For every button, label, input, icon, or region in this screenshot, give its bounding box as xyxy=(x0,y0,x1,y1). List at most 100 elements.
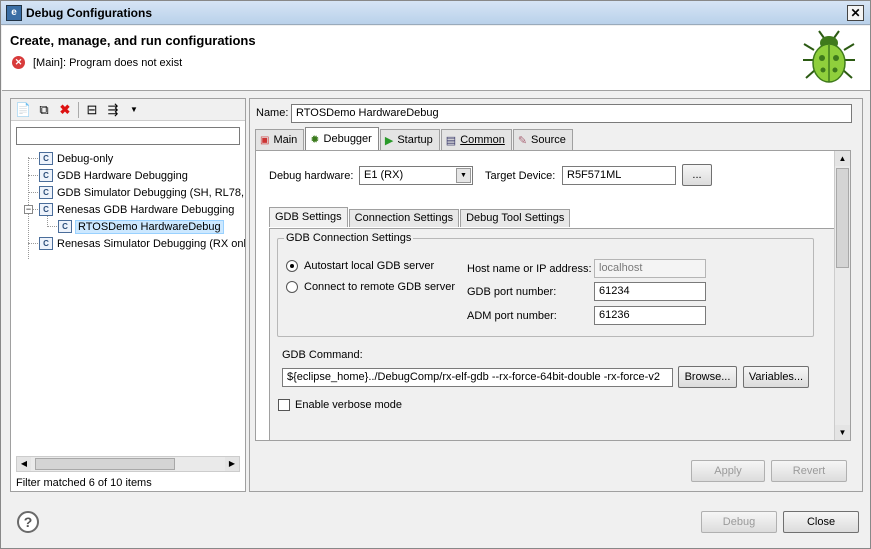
config-tabs: ▣ Main ✹ Debugger ▶ Startup ▤ Common ✎ S… xyxy=(255,127,574,151)
debug-button[interactable]: Debug xyxy=(701,511,777,533)
debugger-tab-icon: ✹ xyxy=(310,133,320,146)
config-icon: C xyxy=(58,220,72,233)
tree-item-renesas-simulator[interactable]: C Renesas Simulator Debugging (RX only xyxy=(39,235,245,252)
eclipse-icon: e xyxy=(6,4,22,21)
debug-hardware-label: Debug hardware: xyxy=(269,170,354,182)
tree-line xyxy=(28,192,38,193)
autostart-radio[interactable]: Autostart local GDB server xyxy=(286,260,434,272)
subtab-connection-settings[interactable]: Connection Settings xyxy=(348,209,460,227)
browse-button[interactable]: Browse... xyxy=(678,366,737,388)
revert-button[interactable]: Revert xyxy=(771,460,847,482)
apply-button[interactable]: Apply xyxy=(691,460,765,482)
tree-item-rtosdemo-hardwaredebug[interactable]: C RTOSDemo HardwareDebug xyxy=(58,218,224,235)
error-message: [Main]: Program does not exist xyxy=(33,56,183,69)
debug-configurations-window: e Debug Configurations ✕ Create, manage,… xyxy=(0,0,871,549)
adm-port-label: ADM port number: xyxy=(467,310,557,322)
source-tab-icon: ✎ xyxy=(517,134,528,147)
tree-item-gdb-hardware[interactable]: C GDB Hardware Debugging xyxy=(39,167,188,184)
config-type-icon: C xyxy=(39,237,53,250)
tab-label: Startup xyxy=(397,134,433,146)
gdb-command-input[interactable]: ${eclipse_home}../DebugComp/rx-elf-gdb -… xyxy=(282,368,673,387)
left-toolbar: 📄 ⧉ ✖ ⊟ ⇶ ▼ xyxy=(11,99,245,121)
collapse-toggle-icon[interactable]: − xyxy=(24,205,33,214)
radio-label: Autostart local GDB server xyxy=(304,260,435,272)
adm-port-input[interactable]: 61236 xyxy=(594,306,706,325)
connect-remote-radio[interactable]: Connect to remote GDB server xyxy=(286,281,455,293)
checkbox-box xyxy=(278,399,290,411)
tree-item-label: GDB Simulator Debugging (SH, RL78, R xyxy=(57,186,245,199)
variables-button[interactable]: Variables... xyxy=(743,366,809,388)
tree-item-debug-only[interactable]: C Debug-only xyxy=(39,150,113,167)
subtab-gdb-settings[interactable]: GDB Settings xyxy=(269,207,348,227)
gdb-settings-panel: GDB Connection Settings Autostart local … xyxy=(269,228,837,440)
configuration-list-pane: 📄 ⧉ ✖ ⊟ ⇶ ▼ − C Debug-only C GDB Hardwar… xyxy=(10,98,246,492)
error-icon: ✕ xyxy=(12,56,25,69)
radio-selected-icon xyxy=(286,260,298,272)
window-title: Debug Configurations xyxy=(26,5,152,20)
tab-startup[interactable]: ▶ Startup xyxy=(379,129,440,150)
name-label: Name: xyxy=(256,107,289,119)
chevron-down-icon[interactable]: ▼ xyxy=(126,102,142,118)
host-input[interactable]: localhost xyxy=(594,259,706,278)
checkbox-label: Enable verbose mode xyxy=(295,399,403,411)
common-tab-icon: ▤ xyxy=(445,134,457,147)
tab-label: Main xyxy=(273,134,298,146)
debug-hardware-select[interactable]: E1 (RX) ▼ xyxy=(359,166,473,185)
tree-line xyxy=(47,226,57,227)
tab-source[interactable]: ✎ Source xyxy=(512,129,573,150)
gdb-subtabs: GDB Settings Connection Settings Debug T… xyxy=(269,207,571,229)
configuration-editor-pane: Name: RTOSDemo HardwareDebug ▣ Main ✹ De… xyxy=(249,98,863,492)
scroll-right-icon[interactable]: ▶ xyxy=(225,457,239,471)
filter-status: Filter matched 6 of 10 items xyxy=(16,477,152,489)
tab-common[interactable]: ▤ Common xyxy=(440,129,512,150)
tree-item-label: GDB Hardware Debugging xyxy=(57,169,188,182)
group-title: GDB Connection Settings xyxy=(284,232,414,244)
configuration-tree: − C Debug-only C GDB Hardware Debugging … xyxy=(11,149,245,454)
tree-item-gdb-simulator[interactable]: C GDB Simulator Debugging (SH, RL78, R xyxy=(39,184,245,201)
tab-debugger[interactable]: ✹ Debugger xyxy=(305,127,379,150)
filter-input[interactable] xyxy=(16,127,240,145)
close-window-button[interactable]: ✕ xyxy=(847,5,864,21)
duplicate-configuration-icon[interactable]: ⧉ xyxy=(36,102,52,118)
horizontal-scrollbar[interactable]: ◀ ▶ xyxy=(16,456,240,472)
radio-unselected-icon xyxy=(286,281,298,293)
header-banner: Create, manage, and run configurations ✕… xyxy=(2,26,870,91)
radio-label: Connect to remote GDB server xyxy=(304,281,456,293)
close-button[interactable]: Close xyxy=(783,511,859,533)
tree-item-renesas-gdb-hardware[interactable]: C Renesas GDB Hardware Debugging xyxy=(39,201,234,218)
main-tab-icon: ▣ xyxy=(260,134,270,146)
gdb-port-label: GDB port number: xyxy=(467,286,557,298)
chevron-down-icon[interactable]: ▼ xyxy=(456,168,471,183)
tab-label: Source xyxy=(531,134,566,146)
scroll-left-icon[interactable]: ◀ xyxy=(17,457,31,471)
scroll-up-icon[interactable]: ▲ xyxy=(835,151,850,166)
scroll-down-icon[interactable]: ▼ xyxy=(835,425,850,440)
new-configuration-icon[interactable]: 📄 xyxy=(15,102,31,118)
name-input[interactable]: RTOSDemo HardwareDebug xyxy=(291,104,852,123)
select-device-button[interactable]: ... xyxy=(682,164,712,186)
debug-hardware-value: E1 (RX) xyxy=(364,169,404,181)
config-type-icon: C xyxy=(39,169,53,182)
target-device-label: Target Device: xyxy=(485,170,556,182)
vertical-scrollbar[interactable]: ▲ ▼ xyxy=(834,151,850,440)
debug-bug-icon xyxy=(803,30,855,83)
gdb-port-input[interactable]: 61234 xyxy=(594,282,706,301)
help-icon[interactable]: ? xyxy=(17,511,39,533)
debugger-tab-panel: Debug hardware: E1 (RX) ▼ Target Device:… xyxy=(255,150,851,441)
tab-label: Common xyxy=(460,134,505,146)
target-device-input[interactable]: R5F571ML xyxy=(562,166,676,185)
gdb-command-label: GDB Command: xyxy=(282,349,363,361)
tree-item-label: Debug-only xyxy=(57,152,114,165)
filter-icon[interactable]: ⇶ xyxy=(105,102,121,118)
scroll-thumb[interactable] xyxy=(836,168,849,268)
tree-item-label: RTOSDemo HardwareDebug xyxy=(75,219,224,234)
scroll-thumb[interactable] xyxy=(35,458,175,470)
subtab-debug-tool-settings[interactable]: Debug Tool Settings xyxy=(460,209,571,227)
tree-item-label: Renesas Simulator Debugging (RX only xyxy=(57,237,245,250)
tree-line xyxy=(28,243,38,244)
delete-configuration-icon[interactable]: ✖ xyxy=(57,102,73,118)
tab-main[interactable]: ▣ Main xyxy=(255,129,305,150)
verbose-checkbox[interactable]: Enable verbose mode xyxy=(278,399,402,411)
collapse-all-icon[interactable]: ⊟ xyxy=(84,102,100,118)
tab-label: Debugger xyxy=(323,133,372,145)
